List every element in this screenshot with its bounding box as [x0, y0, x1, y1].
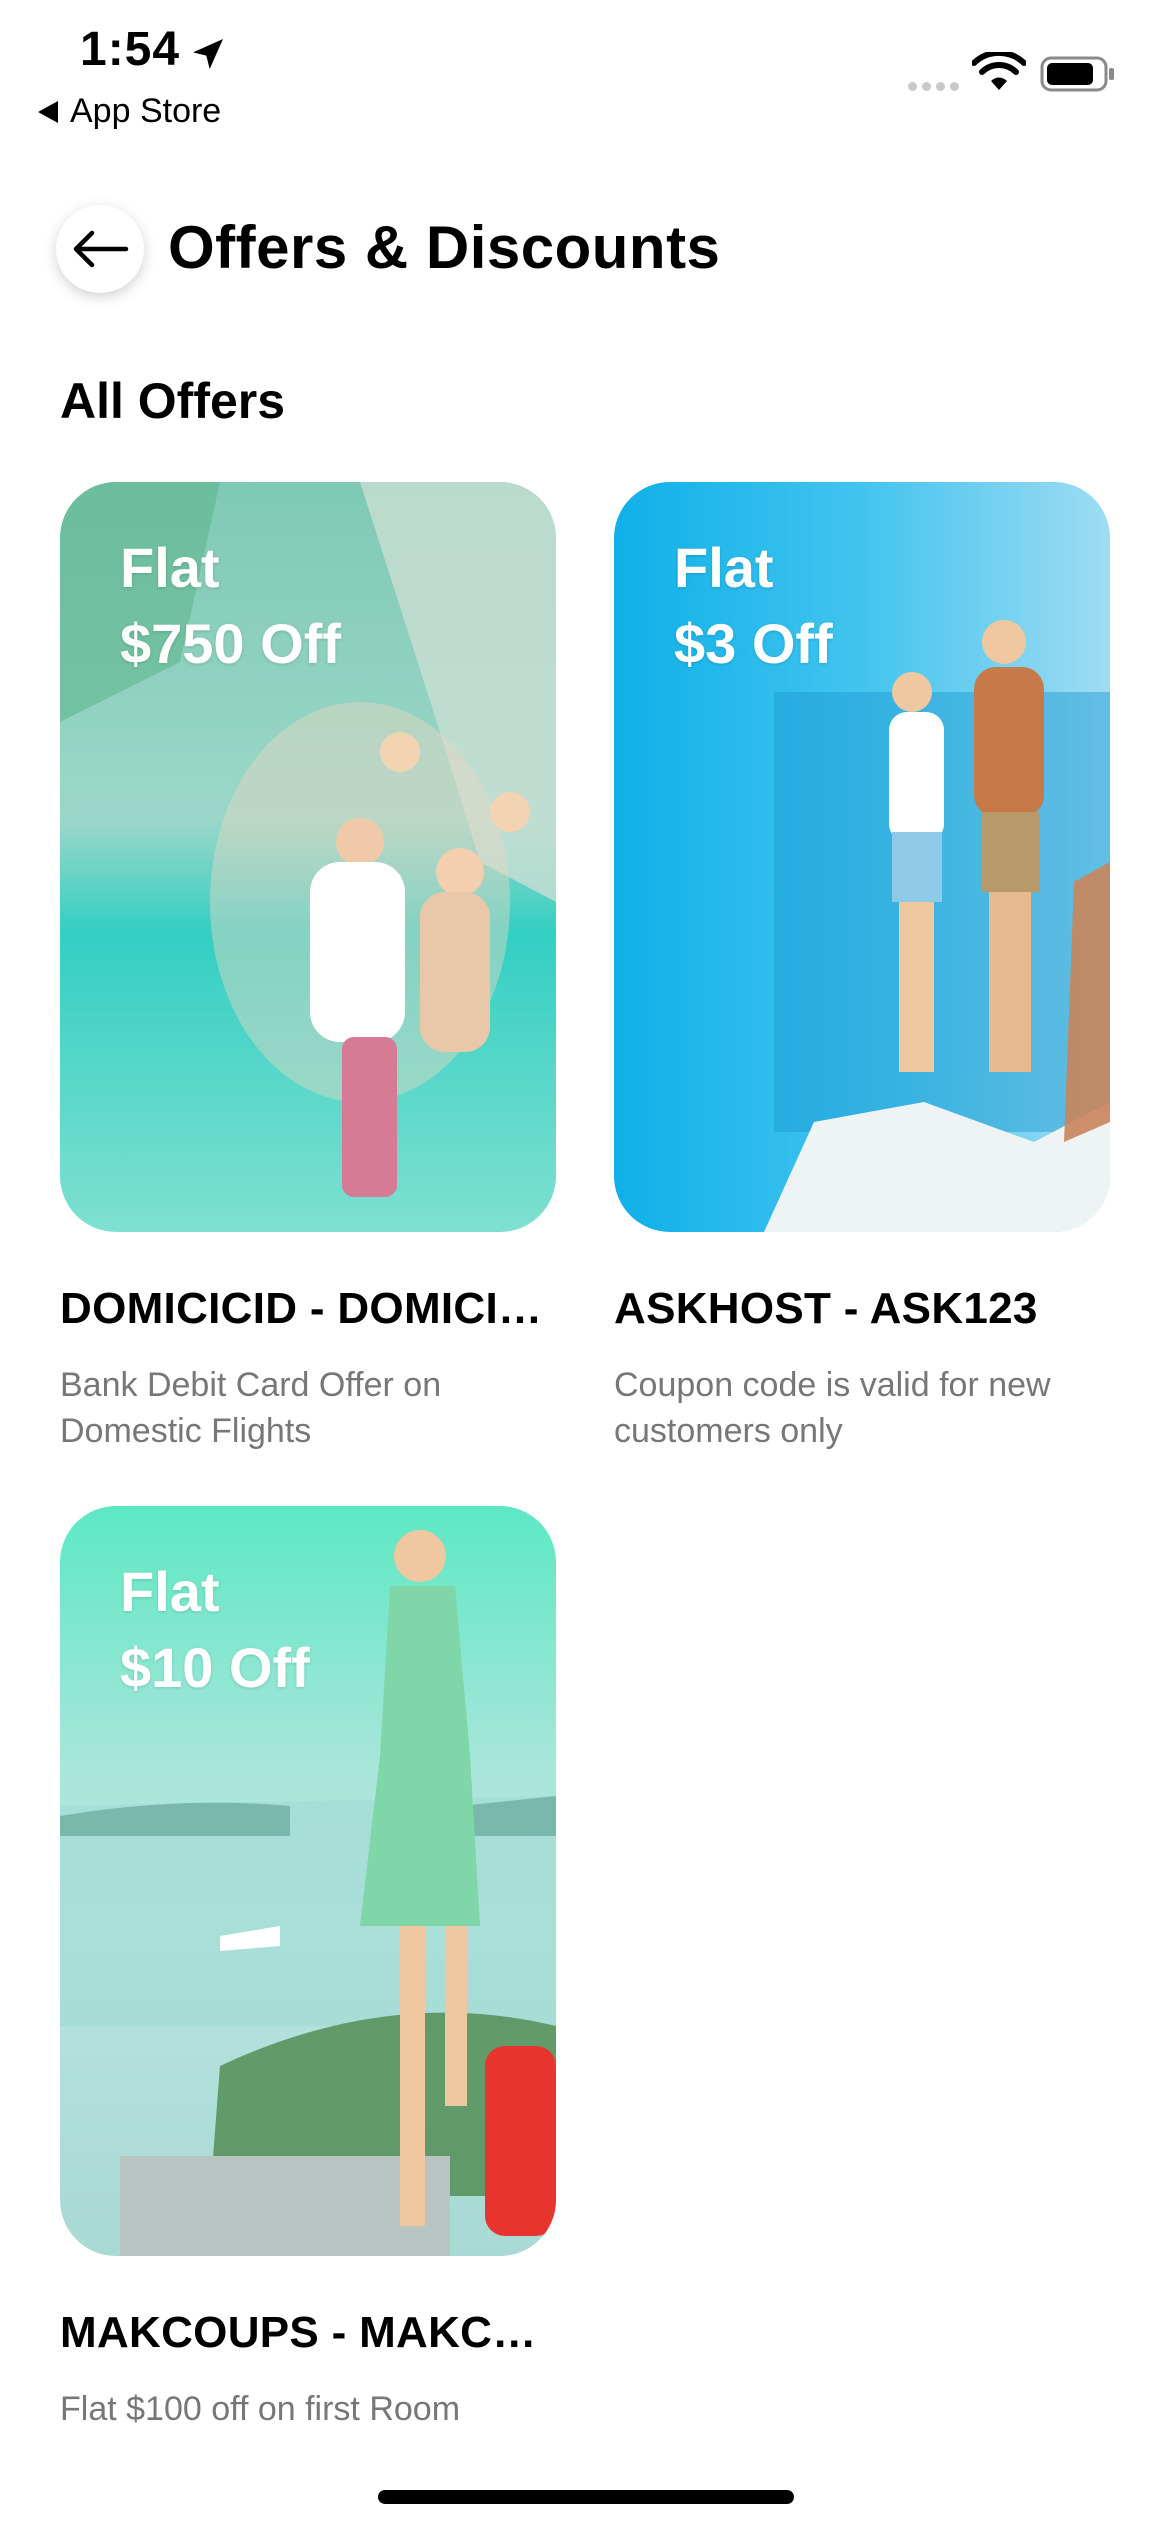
offer-badge: Flat $3 Off [674, 530, 833, 682]
offer-description: Flat $100 off on first Room [60, 2390, 461, 2428]
offer-description: Coupon code is valid for new customers o… [614, 1366, 1051, 1450]
location-arrow-icon [193, 39, 223, 69]
offer-code: DOMICICID - DOMICICID [60, 1284, 556, 1333]
offer-card[interactable]: Flat $3 Off ASKHOST - ASK123 Coupon code… [614, 482, 1110, 1454]
arrow-left-icon [73, 230, 129, 268]
offer-description: Bank Debit Card Offer on Domestic Flight… [60, 1366, 442, 1450]
offer-amount-label: $10 Off [120, 1636, 310, 1699]
status-bar: 1:54 App Store [0, 0, 1170, 150]
section-title-all-offers: All Offers [60, 373, 286, 429]
cellular-signal-icon [908, 82, 959, 91]
offer-card[interactable]: Flat $10 Off MAKCOUPS - MAKCOUPS Flat $1… [60, 1506, 556, 2432]
back-app-label: App Store [70, 92, 222, 130]
wifi-icon [972, 52, 1026, 90]
home-indicator [378, 2490, 794, 2504]
page-title: Offers & Discounts [168, 214, 721, 281]
page-header: Offers & Discounts [0, 195, 1170, 305]
offer-card[interactable]: Flat $750 Off DOMICICID - DOMICICID Bank… [60, 482, 556, 1454]
offer-code: MAKCOUPS - MAKCOUPS [60, 2308, 556, 2357]
offer-amount-label: $750 Off [120, 612, 341, 675]
offer-flat-label: Flat [120, 1560, 220, 1623]
offer-image: Flat $10 Off [60, 1506, 556, 2256]
offer-flat-label: Flat [120, 536, 220, 599]
offer-flat-label: Flat [674, 536, 774, 599]
battery-icon [1040, 56, 1114, 92]
offer-badge: Flat $750 Off [120, 530, 341, 682]
back-to-app-store-link[interactable]: App Store [38, 92, 221, 131]
back-button[interactable] [56, 205, 144, 293]
status-time: 1:54 [80, 23, 181, 76]
offer-badge: Flat $10 Off [120, 1554, 310, 1706]
offer-code: ASKHOST - ASK123 [614, 1284, 1038, 1333]
back-triangle-icon [38, 100, 58, 123]
offer-image: Flat $750 Off [60, 482, 556, 1232]
offer-image: Flat $3 Off [614, 482, 1110, 1232]
offer-amount-label: $3 Off [674, 612, 833, 675]
